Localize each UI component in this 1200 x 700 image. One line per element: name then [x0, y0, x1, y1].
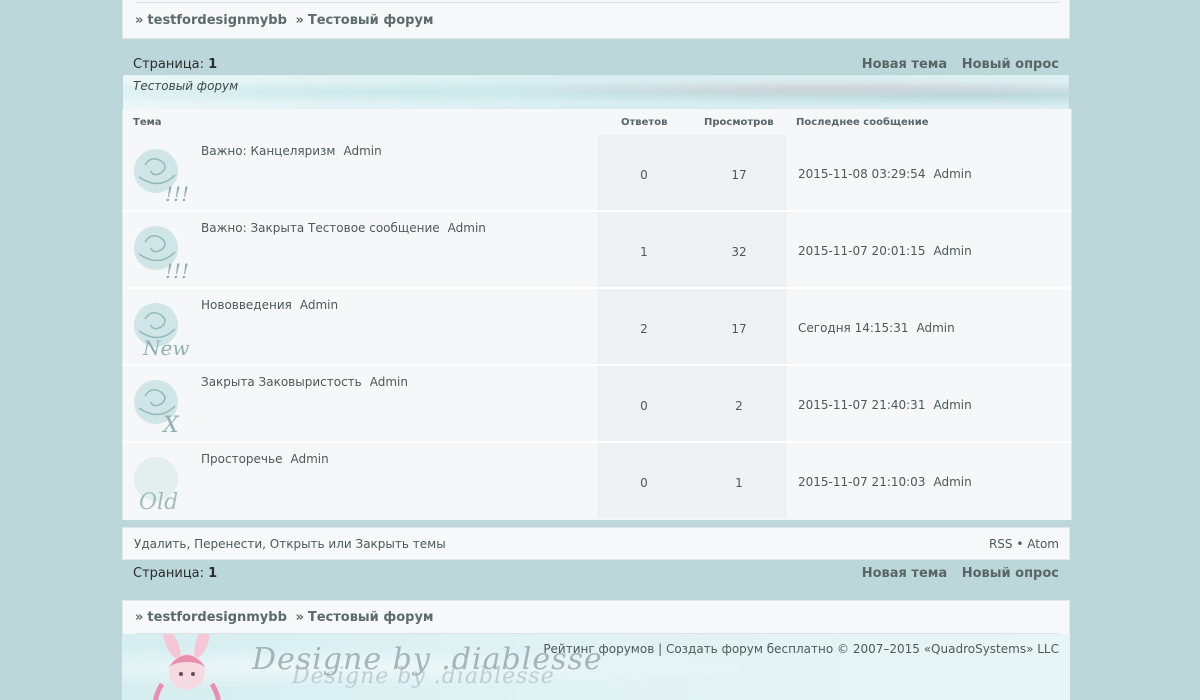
views-count: 2: [735, 399, 743, 413]
pagination-label: Страница:: [133, 566, 205, 581]
topic-author: Admin: [343, 144, 382, 158]
new-poll-button[interactable]: Новый опрос: [962, 57, 1059, 72]
replies-count: 1: [640, 245, 648, 259]
pagination-current-page: 1: [208, 566, 218, 581]
forum-header: Тестовый форум: [122, 74, 1070, 110]
last-post-date[interactable]: 2015-11-07 21:40:31: [798, 398, 925, 412]
topic-title[interactable]: Просторечье: [201, 452, 282, 466]
bottom-breadcrumb-panel: » testfordesignmybb » Тестовый форум: [122, 600, 1070, 635]
topic-link[interactable]: Важно: Канцеляризм Admin: [201, 144, 382, 158]
last-post[interactable]: 2015-11-07 21:10:03 Admin: [798, 475, 972, 489]
topic-author: Admin: [290, 452, 329, 466]
feed-links: RSS • Atom: [989, 537, 1059, 551]
table-row[interactable]: X Закрыта Заковыристость Admin 0 2 2015-1…: [123, 366, 1071, 443]
old-topic-icon: Old: [134, 457, 178, 513]
last-post-date[interactable]: 2015-11-08 03:29:54: [798, 167, 925, 181]
top-breadcrumb-panel: » testfordesignmybb » Тестовый форум: [122, 0, 1070, 39]
svg-text:!!!: !!!: [165, 259, 189, 282]
new-topic-button[interactable]: Новая тема: [862, 57, 947, 72]
feed-separator: •: [1016, 537, 1024, 551]
pagination-label: Страница:: [133, 57, 205, 72]
closed-topic-icon: X: [134, 380, 180, 436]
last-post[interactable]: 2015-11-08 03:29:54 Admin: [798, 167, 972, 181]
rss-link[interactable]: RSS: [989, 537, 1013, 551]
topic-link[interactable]: Важно: Закрыта Тестовое сообщение Admin: [201, 221, 486, 235]
last-post-author: Admin: [933, 475, 972, 489]
breadcrumb-separator: »: [135, 610, 144, 625]
svg-text:!!!: !!!: [165, 182, 189, 205]
breadcrumb-forum-link[interactable]: Тестовый форум: [308, 610, 434, 625]
atom-link[interactable]: Atom: [1027, 537, 1059, 551]
last-post[interactable]: 2015-11-07 20:01:15 Admin: [798, 244, 972, 258]
new-topic-button[interactable]: Новая тема: [862, 566, 947, 581]
moderation-bar: Удалить, Перенести, Открыть или Закрыть …: [122, 527, 1070, 560]
column-header-views: Просмотров: [704, 117, 774, 128]
moderation-links[interactable]: Удалить, Перенести, Открыть или Закрыть …: [134, 537, 446, 551]
column-header-topic: Тема: [133, 117, 162, 128]
topic-link[interactable]: Закрыта Заковыристость Admin: [201, 375, 408, 389]
bunny-girl-illustration: [153, 634, 221, 700]
last-post-author: Admin: [933, 244, 972, 258]
svg-text:New: New: [142, 336, 189, 359]
topic-link[interactable]: Просторечье Admin: [201, 452, 329, 466]
table-row[interactable]: !!! Важно: Закрыта Тестовое сообщение Adm…: [123, 212, 1071, 289]
topic-link[interactable]: Нововведения Admin: [201, 298, 338, 312]
breadcrumb-forum-link[interactable]: Тестовый форум: [308, 13, 434, 28]
replies-count: 0: [640, 168, 648, 182]
topic-title[interactable]: Важно: Закрыта Тестовое сообщение: [201, 221, 440, 235]
table-header: Тема Ответов Просмотров Последнее сообще…: [123, 109, 1071, 135]
svg-text:Old: Old: [139, 490, 178, 513]
last-post-date[interactable]: 2015-11-07 20:01:15: [798, 244, 925, 258]
breadcrumb-separator: »: [135, 13, 144, 28]
last-post-author: Admin: [933, 167, 972, 181]
pagination-current-page: 1: [208, 57, 218, 72]
replies-count: 2: [640, 322, 648, 336]
breadcrumb-separator: »: [295, 610, 304, 625]
column-header-replies: Ответов: [621, 117, 668, 128]
last-post-author: Admin: [933, 398, 972, 412]
topics-table: Тема Ответов Просмотров Последнее сообще…: [122, 109, 1072, 520]
topic-title[interactable]: Важно: Канцеляризм: [201, 144, 335, 158]
divider: [135, 2, 1059, 3]
breadcrumb-root-link[interactable]: testfordesignmybb: [147, 610, 287, 625]
replies-count: 0: [640, 399, 648, 413]
breadcrumb: » testfordesignmybb » Тестовый форум: [135, 13, 438, 28]
bottom-pagination-bar: Страница: 1 Новая тема Новый опрос: [133, 566, 1059, 584]
top-pagination-bar: Страница: 1 Новая тема Новый опрос: [133, 57, 1059, 75]
breadcrumb-separator: »: [295, 13, 304, 28]
breadcrumb-root-link[interactable]: testfordesignmybb: [147, 13, 287, 28]
last-post-date[interactable]: 2015-11-07 21:10:03: [798, 475, 925, 489]
topic-author: Admin: [299, 298, 339, 312]
topic-author: Admin: [447, 221, 486, 235]
sticky-topic-icon: !!!: [134, 149, 189, 205]
topic-author: Admin: [369, 375, 408, 389]
topic-title[interactable]: Закрыта Заковыристость: [201, 375, 362, 389]
views-count: 32: [731, 245, 747, 259]
replies-count: 0: [640, 476, 648, 490]
column-header-last-post: Последнее сообщение: [796, 117, 929, 128]
last-post[interactable]: 2015-11-07 21:40:31 Admin: [798, 398, 972, 412]
last-post-author: Admin: [916, 321, 955, 335]
footer-links[interactable]: Рейтинг форумов | Создать форум бесплатн…: [543, 642, 1059, 656]
views-count: 17: [731, 322, 747, 336]
topic-title[interactable]: Нововведения: [201, 298, 292, 312]
footer: Designe by .diablesse Designe by .diable…: [122, 634, 1070, 700]
new-poll-button[interactable]: Новый опрос: [962, 566, 1059, 581]
new-topic-icon: New: [134, 303, 189, 359]
views-count: 17: [731, 168, 747, 182]
forum-title: Тестовый форум: [133, 79, 239, 93]
table-row[interactable]: !!! Важно: Канцеляризм Admin 0 17 2015-11…: [123, 135, 1071, 212]
breadcrumb: » testfordesignmybb » Тестовый форум: [135, 610, 438, 625]
svg-text:X: X: [161, 413, 180, 436]
last-post-date[interactable]: Сегодня 14:15:31: [798, 321, 908, 335]
table-row[interactable]: New Нововведения Admin 2 17 Сегодня 14:15…: [123, 289, 1071, 366]
table-row[interactable]: Old Просторечье Admin 0 1 2015-11-07 21:1…: [123, 443, 1071, 520]
sticky-topic-icon: !!!: [134, 226, 189, 282]
last-post[interactable]: Сегодня 14:15:31 Admin: [798, 321, 955, 335]
views-count: 1: [735, 476, 743, 490]
